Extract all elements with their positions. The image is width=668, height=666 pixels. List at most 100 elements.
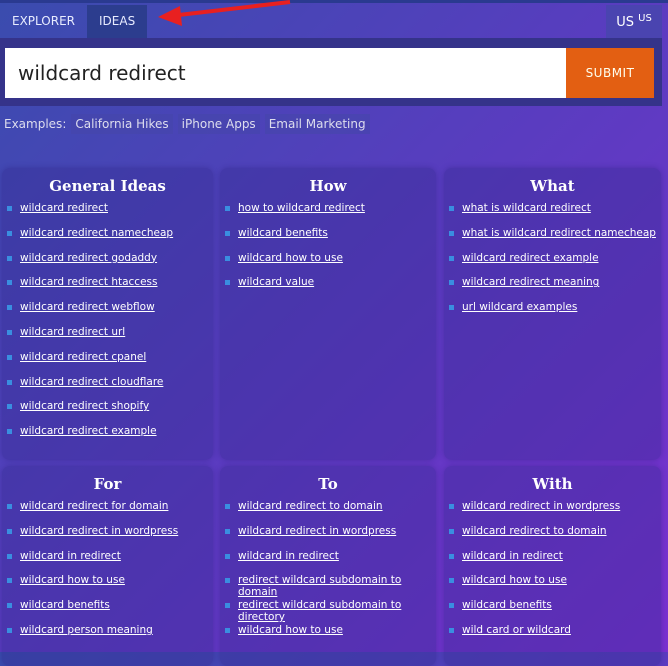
tab-ideas[interactable]: IDEAS (87, 5, 148, 38)
idea-link[interactable]: wildcard redirect godaddy (20, 252, 157, 264)
bullet-icon (7, 603, 12, 609)
idea-link[interactable]: wildcard benefits (20, 599, 110, 611)
idea-list: what is wildcard redirect what is wildcar… (444, 202, 661, 326)
idea-link[interactable]: wildcard redirect url (20, 326, 125, 338)
bullet-icon (449, 627, 454, 633)
language-code: US (616, 15, 634, 30)
idea-link[interactable]: wildcard in redirect (462, 550, 563, 562)
idea-list: how to wildcard redirect wildcard benefit… (220, 202, 436, 301)
list-item: wildcard redirect cloudflare (5, 376, 213, 401)
idea-link[interactable]: wildcard redirect in wordpress (462, 500, 620, 512)
idea-link[interactable]: wildcard person meaning (20, 624, 153, 636)
idea-link[interactable]: wildcard redirect in wordpress (20, 525, 178, 537)
list-item: wildcard redirect for domain (5, 500, 213, 525)
idea-link[interactable]: wildcard redirect namecheap (20, 227, 173, 239)
example-link[interactable]: Email Marketing (264, 114, 370, 134)
idea-link[interactable]: wildcard redirect (20, 202, 108, 214)
list-item: wildcard in redirect (447, 550, 661, 575)
examples-label: Examples: (4, 117, 67, 131)
bullet-icon (449, 255, 454, 261)
bullet-icon (449, 504, 454, 509)
idea-card-what: What what is wildcard redirect what is wil… (444, 168, 661, 460)
idea-card-general-ideas: General Ideas wildcard redirect wildcard r… (2, 168, 213, 460)
bullet-icon (449, 230, 454, 236)
idea-list: wildcard redirect wildcard redirect namec… (2, 202, 213, 450)
bullet-icon (7, 379, 12, 385)
bullet-icon (225, 578, 230, 584)
tab-bar: EXPLORER IDEAS (0, 5, 148, 38)
list-item: wildcard redirect url (5, 326, 213, 351)
list-item: wildcard benefits (447, 599, 661, 624)
idea-link[interactable]: wildcard benefits (462, 599, 552, 611)
idea-list: wildcard redirect in wordpress wildcard r… (444, 500, 661, 649)
idea-link[interactable]: wildcard redirect webflow (20, 301, 155, 313)
example-link[interactable]: iPhone Apps (177, 114, 260, 134)
idea-link[interactable]: wildcard redirect shopify (20, 400, 149, 412)
search-input[interactable] (5, 48, 566, 98)
idea-link[interactable]: wildcard how to use (462, 574, 567, 586)
bullet-icon (7, 528, 12, 534)
bullet-icon (449, 528, 454, 534)
list-item: wildcard benefits (5, 599, 213, 624)
list-item: wildcard how to use (223, 624, 436, 649)
list-item: wildcard redirect in wordpress (447, 500, 661, 525)
list-item: wildcard redirect webflow (5, 301, 213, 326)
bullet-icon (7, 305, 12, 311)
bullet-icon (449, 206, 454, 211)
idea-link[interactable]: wildcard how to use (238, 624, 343, 636)
bullet-icon (7, 429, 12, 435)
bullet-icon (449, 578, 454, 584)
idea-link[interactable]: wildcard in redirect (20, 550, 121, 562)
bullet-icon (7, 504, 12, 509)
list-item: wildcard in redirect (223, 550, 436, 575)
list-item: wildcard redirect in wordpress (5, 525, 213, 550)
idea-link[interactable]: wildcard how to use (238, 252, 343, 264)
tab-explorer[interactable]: EXPLORER (0, 5, 87, 38)
list-item: url wildcard examples (447, 301, 661, 326)
idea-link[interactable]: wildcard in redirect (238, 550, 339, 562)
list-item: wildcard how to use (223, 252, 436, 277)
idea-link[interactable]: wildcard redirect meaning (462, 276, 599, 288)
bullet-icon (7, 578, 12, 584)
bullet-icon (225, 603, 230, 609)
idea-link[interactable]: what is wildcard redirect (462, 202, 591, 214)
bullet-icon (7, 627, 12, 633)
idea-link[interactable]: wild card or wildcard (462, 624, 571, 636)
idea-link[interactable]: wildcard redirect cloudflare (20, 376, 163, 388)
idea-card-how: How how to wildcard redirect wildcard bene… (220, 168, 436, 460)
example-link[interactable]: California Hikes (71, 114, 173, 134)
bullet-icon (7, 404, 12, 410)
card-title: To (318, 475, 338, 493)
bullet-icon (449, 603, 454, 609)
idea-card-to: To wildcard redirect to domain wildcard re… (220, 466, 436, 666)
idea-link[interactable]: wildcard redirect cpanel (20, 351, 146, 363)
idea-link[interactable]: wildcard how to use (20, 574, 125, 586)
idea-link[interactable]: wildcard redirect to domain (238, 500, 383, 512)
idea-link[interactable]: wildcard redirect to domain (462, 525, 607, 537)
list-item: wildcard redirect namecheap (5, 227, 213, 252)
idea-link[interactable]: wildcard benefits (238, 227, 328, 239)
idea-link[interactable]: wildcard redirect for domain (20, 500, 168, 512)
idea-link[interactable]: wildcard redirect example (20, 425, 157, 437)
idea-link[interactable]: url wildcard examples (462, 301, 577, 313)
list-item: wildcard redirect cpanel (5, 351, 213, 376)
idea-link[interactable]: what is wildcard redirect namecheap (462, 227, 656, 239)
bullet-icon (225, 627, 230, 633)
bullet-icon (449, 553, 454, 559)
list-item: wildcard redirect godaddy (5, 252, 213, 277)
idea-link[interactable]: wildcard redirect htaccess (20, 276, 157, 288)
bullet-icon (7, 230, 12, 236)
bullet-icon (225, 504, 230, 509)
idea-link[interactable]: wildcard redirect in wordpress (238, 525, 396, 537)
list-item: wildcard redirect (5, 202, 213, 227)
idea-link[interactable]: wildcard value (238, 276, 314, 288)
list-item: wildcard benefits (223, 227, 436, 252)
idea-link[interactable]: redirect wildcard subdomain to domain (238, 574, 436, 598)
submit-button[interactable]: SUBMIT (566, 48, 654, 98)
idea-link[interactable]: redirect wildcard subdomain to directory (238, 599, 436, 623)
language-selector[interactable]: US US (606, 5, 662, 38)
idea-link[interactable]: how to wildcard redirect (238, 202, 365, 214)
bullet-icon (7, 354, 12, 360)
card-title: How (309, 177, 347, 195)
idea-link[interactable]: wildcard redirect example (462, 252, 599, 264)
